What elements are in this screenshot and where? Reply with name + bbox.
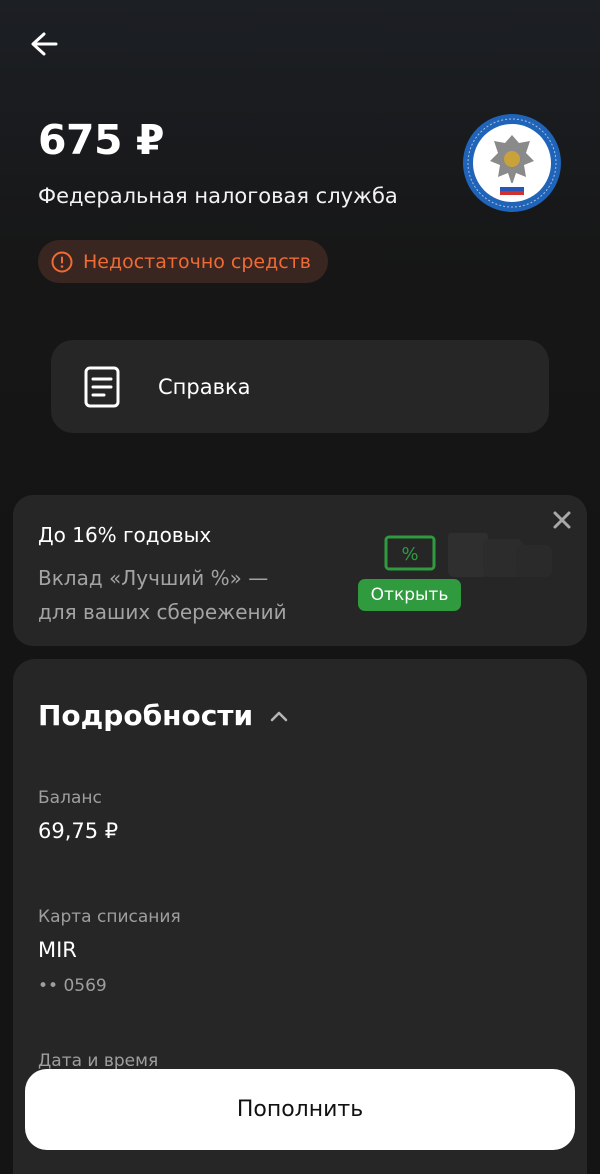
chevron-up-icon[interactable]: [269, 709, 289, 723]
top-up-button[interactable]: Пополнить: [25, 1069, 575, 1150]
promo-subtitle: Вклад «Лучший %» — для ваших сбережений: [38, 561, 287, 629]
promo-subtitle-line-2: для ваших сбережений: [38, 600, 287, 624]
deposit-promo-banner[interactable]: До 16% годовых Вклад «Лучший %» — для ва…: [13, 495, 587, 646]
payment-screen: 675 ₽ Федеральная налоговая служба Недос…: [0, 0, 600, 1174]
details-heading[interactable]: Подробности: [38, 699, 289, 732]
reference-button[interactable]: Справка: [51, 340, 549, 433]
payment-amount: 675 ₽: [38, 116, 164, 164]
arrow-left-icon: [31, 32, 58, 56]
fns-emblem-icon: [463, 114, 561, 212]
back-button[interactable]: [24, 26, 64, 62]
reference-label: Справка: [158, 374, 251, 399]
card-label: Карта списания: [38, 907, 181, 927]
warning-icon: [51, 251, 73, 272]
card-number: •• 0569: [38, 976, 107, 996]
payee-name: Федеральная налоговая служба: [38, 184, 398, 208]
datetime-label: Дата и время: [38, 1051, 159, 1071]
svg-text:%: %: [401, 544, 418, 565]
status-badge: Недостаточно средств: [38, 240, 328, 283]
promo-subtitle-line-1: Вклад «Лучший %» —: [38, 566, 269, 590]
close-icon[interactable]: [549, 507, 575, 533]
status-text: Недостаточно средств: [83, 250, 311, 273]
balance-value: 69,75 ₽: [38, 819, 119, 843]
document-icon: [84, 366, 120, 407]
promo-open-button[interactable]: Открыть: [358, 579, 461, 611]
details-heading-text: Подробности: [38, 699, 254, 732]
card-value: MIR: [38, 938, 77, 962]
promo-title: До 16% годовых: [38, 523, 212, 547]
balance-label: Баланс: [38, 788, 102, 808]
